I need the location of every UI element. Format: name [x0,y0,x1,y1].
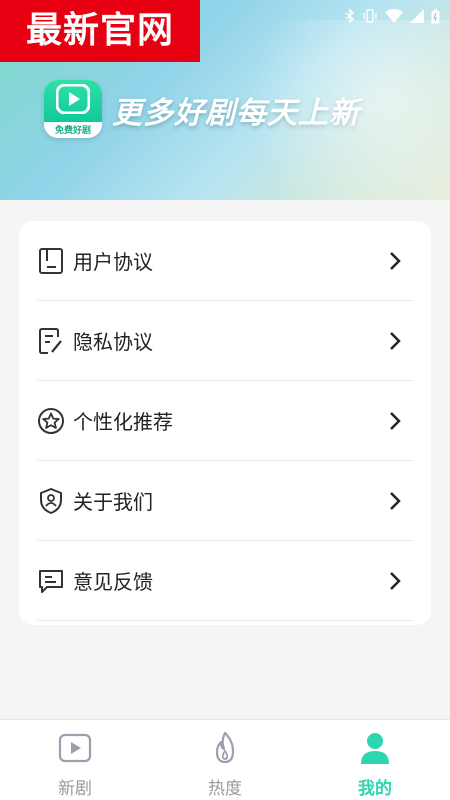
book-icon [37,247,65,275]
logo-text: 免费好剧 [54,126,91,136]
chevron-right-icon [389,251,401,275]
menu-item-user-agreement[interactable]: 用户协议 [37,221,413,301]
menu-item-feedback[interactable]: 意见反馈 [37,541,413,621]
battery-icon [431,8,440,24]
chevron-right-icon [389,491,401,515]
chevron-right-icon [389,331,401,355]
tab-label: 我的 [358,779,392,799]
vibrate-icon [362,9,378,23]
tab-trending[interactable]: 热度 [150,720,300,800]
play-icon [57,730,93,766]
flame-icon [207,730,243,766]
document-edit-icon [37,327,65,355]
signal-icon [410,9,424,23]
menu-item-label: 用户协议 [73,250,153,274]
app-logo: 免费好剧 [44,80,102,138]
tab-new-dramas[interactable]: 新剧 [0,720,150,800]
menu-item-label: 个性化推荐 [73,410,173,434]
tab-mine[interactable]: 我的 [300,720,450,800]
wifi-icon [385,9,403,23]
message-icon [37,567,65,595]
bottom-navigation: 新剧 热度 我的 [0,719,450,800]
menu-item-label: 隐私协议 [73,330,153,354]
tab-label: 热度 [208,779,242,799]
shield-user-icon [37,487,65,515]
header-banner: 最新官网 免费好剧 更多好剧每天上新 [0,0,450,200]
chevron-right-icon [389,411,401,435]
watermark-banner: 最新官网 [0,0,200,62]
menu-item-label: 关于我们 [73,490,153,514]
chevron-right-icon [389,571,401,595]
status-bar [345,6,440,26]
tab-label: 新剧 [58,779,92,799]
banner-slogan: 更多好剧每天上新 [112,96,360,131]
menu-item-privacy-policy[interactable]: 隐私协议 [37,301,413,381]
bluetooth-icon [345,9,355,23]
user-icon [357,730,393,766]
settings-menu: 用户协议 隐私协议 个性化推荐 关于我们 意见反馈 [19,221,431,625]
star-circle-icon [37,407,65,435]
menu-item-personalized-recommendation[interactable]: 个性化推荐 [37,381,413,461]
menu-item-about-us[interactable]: 关于我们 [37,461,413,541]
play-icon [55,83,91,118]
menu-item-label: 意见反馈 [73,570,153,594]
